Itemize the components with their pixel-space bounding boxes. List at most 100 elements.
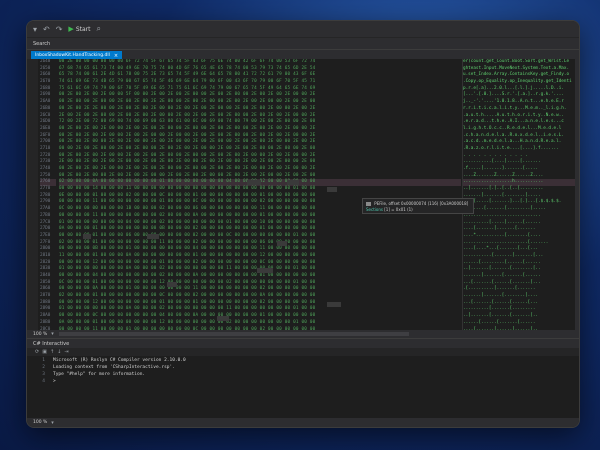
hex-address: 27B0 bbox=[40, 212, 51, 218]
hex-row[interactable]: 0A 00 00 00 01 00 00 00 00 00 00 00 12 0… bbox=[59, 320, 461, 327]
ascii-row[interactable]: ..[.......[.......[.......[.. bbox=[463, 313, 579, 320]
execute-icon[interactable]: ⇥ bbox=[64, 349, 68, 355]
hex-row[interactable]: 0A 00 00 00 01 00 00 00 00 00 00 00 0B 0… bbox=[59, 226, 461, 233]
console-line: Microsoft (R) Roslyn C# Compiler version… bbox=[53, 358, 186, 363]
close-icon[interactable]: × bbox=[114, 53, 118, 59]
hex-address: 2700 bbox=[40, 139, 51, 145]
address-column: 2640 2650 2660 2670 2680 2690 26A0 26B0 26C0 26D0… bbox=[40, 59, 56, 338]
ascii-row[interactable]: j.._-'.'....'1.0.1.8..A.n.t...e.h.e.E.r bbox=[463, 99, 579, 106]
chevron-down-icon[interactable]: ▾ bbox=[51, 420, 54, 426]
selection-block bbox=[287, 180, 299, 185]
ascii-row[interactable]: .e.r.a.d...t.h.e..A.I...a.n.e.l.e.s...c bbox=[463, 119, 579, 126]
hex-row[interactable]: 00 2E 00 2E 00 2E 00 00 2E 00 2E 00 2E 0… bbox=[59, 166, 461, 173]
console-line: Type "#help" for more information. bbox=[53, 372, 146, 377]
hex-address: 27E0 bbox=[40, 232, 51, 238]
ascii-row[interactable]: ....*...........[........[.... bbox=[463, 233, 579, 240]
hex-row[interactable]: 00 2E 00 2E 2E 00 00 2E 00 2E 00 2E 00 0… bbox=[59, 106, 461, 113]
redo-icon[interactable]: ↷ bbox=[56, 25, 63, 34]
chevron-down-icon[interactable]: ▾ bbox=[33, 25, 37, 34]
search-bar[interactable]: Search bbox=[27, 38, 579, 50]
hex-address: 28A0 bbox=[40, 313, 51, 319]
hex-row[interactable]: 00 00 00 00 0C 00 00 00 00 00 00 00 04 0… bbox=[59, 313, 461, 320]
hex-address: 2740 bbox=[40, 166, 51, 171]
hex-row[interactable]: 00 2E 00 2E 00 00 2E 00 2E 00 00 2E 00 2… bbox=[59, 139, 461, 146]
hex-address: 2670 bbox=[40, 79, 51, 85]
selection-block bbox=[257, 268, 273, 273]
ascii-row[interactable]: er)count.get_Count.Boot.Sort.get_Wrist.L… bbox=[463, 59, 579, 66]
ascii-row[interactable]: .R.a.z.o.r.l.i.t.e....[....].f....... bbox=[463, 146, 579, 153]
line-number: 1 bbox=[42, 358, 45, 363]
zoom-level[interactable]: 100 % bbox=[33, 420, 47, 425]
down-arrow-icon[interactable]: ↓ bbox=[57, 349, 61, 355]
hex-address: 2840 bbox=[40, 273, 51, 278]
ascii-row[interactable]: ...........[.......[.......[... bbox=[463, 253, 579, 260]
ascii-row[interactable]: ...........[....].....[....... bbox=[463, 159, 579, 166]
hex-row[interactable]: 00 2E 00 2E 00 2E 00 00 2E 00 2E 00 2E 0… bbox=[59, 126, 461, 133]
ascii-row[interactable]: l.i.g.h.t.O.c.c..R.e.d.e.l...M.e.d.e.l bbox=[463, 126, 579, 133]
console-prompt[interactable]: > bbox=[53, 379, 56, 384]
hex-row[interactable]: 00 00 00 00 14 00 00 00 11 00 00 00 00 0… bbox=[59, 186, 461, 193]
main-toolbar: ▾ ↶ ↷ ▶ Start ⌕ bbox=[27, 21, 579, 38]
reset-icon[interactable]: ⟳ bbox=[35, 349, 39, 355]
horizontal-scrollbar[interactable] bbox=[59, 332, 409, 336]
editor-gutter bbox=[27, 59, 38, 338]
hex-row[interactable]: 02 00 00 00 01 00 00 00 00 00 00 00 0C 0… bbox=[59, 293, 461, 300]
ascii-row[interactable]: ..[.......[.......[........[.. bbox=[463, 266, 579, 273]
ascii-row[interactable]: ........[.......[.........[..... bbox=[463, 206, 579, 213]
ascii-row[interactable]: .......[.......[.......[...... bbox=[463, 273, 579, 280]
ascii-row[interactable]: .f.....[.......].......[..... bbox=[463, 166, 579, 173]
hex-row[interactable]: 00 00 00 00 0B 00 00 00 01 00 00 00 00 0… bbox=[59, 246, 461, 253]
selection-block bbox=[327, 302, 341, 307]
hex-row[interactable]: 72 00 2E 00 72 00 69 00 74 00 69 00 63 0… bbox=[59, 119, 461, 126]
hex-address: 26D0 bbox=[40, 119, 51, 125]
interactive-pane-title: C# Interactive bbox=[27, 338, 579, 348]
hex-address: 26A0 bbox=[40, 99, 51, 105]
hex-row[interactable]: 00 00 00 00 04 00 00 00 00 00 00 00 02 0… bbox=[59, 273, 461, 280]
hex-row[interactable]: 00 00 2E 00 2E 00 00 2E 00 2E 00 00 2E 0… bbox=[59, 146, 461, 153]
hex-row[interactable]: 11 00 00 00 01 00 00 00 0A 00 00 00 00 0… bbox=[59, 253, 461, 260]
chevron-down-icon[interactable]: ▾ bbox=[51, 331, 54, 337]
hex-address: 26E0 bbox=[40, 125, 51, 131]
start-button[interactable]: ▶ Start bbox=[68, 25, 90, 33]
hex-address: 27D0 bbox=[40, 226, 51, 232]
ascii-row[interactable]: ....[....*...[.......[...[... bbox=[463, 246, 579, 253]
line-number: 4 bbox=[42, 379, 45, 384]
vertical-scrollbar[interactable] bbox=[575, 59, 579, 330]
pane-title-label: C# Interactive bbox=[33, 340, 70, 347]
ascii-row[interactable]: .......[.......[........[.... bbox=[463, 293, 579, 300]
hex-address: 2870 bbox=[40, 293, 51, 299]
ascii-row[interactable]: ..[.......[.[..[..[..[......... bbox=[463, 186, 579, 193]
ascii-column[interactable]: er)count.get_Count.Boot.Sort.get_Wrist.L… bbox=[462, 59, 579, 338]
tooltip-tag: Sections bbox=[366, 207, 383, 212]
hex-row[interactable]: 74 61 69 6E 73 4B 65 79 00 67 65 74 5F 4… bbox=[59, 79, 461, 86]
selection-block bbox=[217, 316, 229, 321]
hex-row[interactable]: 2E 00 00 2E 00 2E 00 2E 00 00 2E 00 2E 0… bbox=[59, 159, 461, 166]
search-icon[interactable]: ⌕ bbox=[96, 24, 100, 34]
hex-address: 28B0 bbox=[40, 319, 51, 325]
console-line: Loading context from 'CSharpInteractive.… bbox=[53, 365, 175, 370]
tab-filename: InboxShadowKit.HandTracking.dll bbox=[35, 53, 110, 58]
hex-row[interactable]: 00 00 00 00 01 00 00 00 06 00 00 00 00 0… bbox=[59, 233, 461, 240]
clear-icon[interactable]: ▣ bbox=[42, 349, 47, 355]
up-arrow-icon[interactable]: ↑ bbox=[50, 349, 54, 355]
ascii-row[interactable]: ......[......[.......[...... bbox=[463, 320, 579, 327]
ascii-row[interactable]: .............................. bbox=[463, 213, 579, 220]
hex-editor[interactable]: 2640 2650 2660 2670 2680 2690 26A0 26B0 26C0 26D0… bbox=[27, 59, 579, 338]
undo-icon[interactable]: ↶ bbox=[43, 25, 50, 34]
ascii-row[interactable]: r.r.i.t.i.c.a.l.i.t.y...M.e.m.._l.i.g.h. bbox=[463, 106, 579, 113]
tooltip-line1: PEFile, offset 0x00000074 (116) [0x3A000… bbox=[374, 201, 469, 206]
selection-block bbox=[247, 180, 261, 185]
hex-address: 2730 bbox=[40, 159, 51, 165]
ide-window: ▾ ↶ ↷ ▶ Start ⌕ Search InboxShadowKit.Ha… bbox=[26, 20, 580, 428]
hex-address: 26B0 bbox=[40, 105, 51, 111]
ascii-row[interactable]: .a.c.d..m.e.d.e.l.a...H.a.n.d.R.e.a.l. bbox=[463, 139, 579, 146]
hex-row[interactable]: 00 2E 00 00 00 00 00 00 6F 72 74 5F 67 6… bbox=[59, 59, 461, 66]
selection-block bbox=[147, 234, 159, 239]
hex-row[interactable]: 00 2E 00 00 2E 00 00 2E 00 2E 00 2E 2E 0… bbox=[59, 99, 461, 106]
selection-block bbox=[83, 234, 91, 239]
zoom-level[interactable]: 100 % bbox=[33, 332, 47, 337]
selection-block bbox=[327, 187, 337, 192]
ascii-row[interactable]: .Copy.op_Equality.op_Inequality.get_Iden… bbox=[463, 79, 579, 86]
interactive-console[interactable]: 1 Microsoft (R) Roslyn C# Compiler versi… bbox=[27, 356, 579, 418]
ascii-row[interactable]: ....[.......[.......[....... bbox=[463, 226, 579, 233]
